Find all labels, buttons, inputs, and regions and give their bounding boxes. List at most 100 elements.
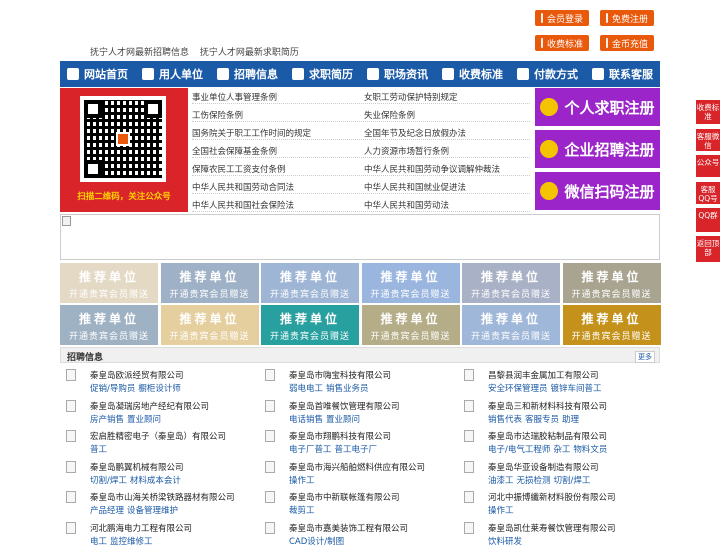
- nav-item-0[interactable]: 网站首页: [60, 61, 135, 87]
- company-link[interactable]: 秦皇岛市海兴船舶燃料供应有限公司: [289, 461, 425, 473]
- company-link[interactable]: 秦皇岛凝瑞房地产经纪有限公司: [90, 400, 209, 412]
- company-link[interactable]: 宏启胜精密电子（秦皇岛）有限公司: [90, 430, 226, 442]
- company-logo[interactable]: [464, 491, 474, 503]
- company-link[interactable]: 秦皇岛华亚设备制造有限公司: [488, 461, 599, 473]
- position-link[interactable]: 油漆工: [488, 476, 514, 486]
- company-logo[interactable]: [66, 521, 76, 534]
- position-link[interactable]: 设备管理维护: [127, 506, 178, 516]
- latest-jobs-link[interactable]: 抚宁人才网最新招聘信息: [90, 48, 189, 58]
- position-link[interactable]: 普工电子厂: [335, 445, 378, 455]
- ad-banner[interactable]: [60, 214, 660, 260]
- company-logo[interactable]: [265, 521, 275, 534]
- position-link[interactable]: 安全环保管理员: [488, 384, 548, 394]
- side-float-button[interactable]: QQ群: [696, 208, 720, 232]
- position-link[interactable]: 促销/导购员: [90, 384, 135, 394]
- recommend-tile[interactable]: 推荐单位 开通贵宾会员赠送: [160, 305, 259, 345]
- position-link[interactable]: 置业顾问: [127, 415, 161, 425]
- company-logo[interactable]: [66, 491, 76, 503]
- recommend-tile[interactable]: 推荐单位 开通贵宾会员赠送: [60, 305, 158, 345]
- recommend-tile[interactable]: 推荐单位 开通贵宾会员赠送: [562, 305, 661, 345]
- recommend-tile[interactable]: 推荐单位 开通贵宾会员赠送: [562, 263, 661, 303]
- company-logo[interactable]: [464, 399, 474, 412]
- member-login-button[interactable]: 会员登录: [535, 10, 589, 26]
- company-link[interactable]: 秦皇岛欧派经贸有限公司: [90, 369, 184, 381]
- company-logo[interactable]: [265, 460, 275, 473]
- side-float-button[interactable]: 公众号: [696, 155, 720, 177]
- recommend-tile[interactable]: 推荐单位 开通贵宾会员赠送: [361, 263, 460, 303]
- more-link[interactable]: 更多: [635, 351, 655, 363]
- company-logo[interactable]: [464, 430, 474, 442]
- position-link[interactable]: 电工: [90, 537, 107, 547]
- position-link[interactable]: 销售业务员: [326, 384, 369, 394]
- position-link[interactable]: 镀锌车间普工: [551, 384, 602, 394]
- position-link[interactable]: 裁剪工: [289, 506, 315, 516]
- company-logo[interactable]: [265, 369, 275, 381]
- position-link[interactable]: 材料成本会计: [130, 476, 181, 486]
- policy-link[interactable]: 全国年节及纪念日放假办法: [364, 127, 466, 139]
- recommend-tile[interactable]: 推荐单位 开通贵宾会员赠送: [361, 305, 460, 345]
- policy-link[interactable]: 工伤保险条例: [192, 109, 243, 121]
- position-link[interactable]: 操作工: [488, 506, 514, 516]
- company-link[interactable]: 秦皇岛市山海关桥梁铁路器材有限公司: [90, 491, 235, 503]
- policy-link[interactable]: 女职工劳动保护特别规定: [364, 91, 458, 103]
- company-link[interactable]: 河北鹏海电力工程有限公司: [90, 522, 192, 534]
- position-link[interactable]: 销售代表: [488, 415, 522, 425]
- nav-item-2[interactable]: 招聘信息: [210, 61, 285, 87]
- nav-item-5[interactable]: 收费标准: [435, 61, 510, 87]
- company-logo[interactable]: [265, 491, 275, 503]
- recommend-tile[interactable]: 推荐单位 开通贵宾会员赠送: [462, 305, 560, 345]
- position-link[interactable]: 电话销售: [289, 415, 323, 425]
- position-link[interactable]: 操作工: [289, 476, 315, 486]
- company-link[interactable]: 秦皇岛市嘉美装饰工程有限公司: [289, 522, 408, 534]
- policy-link[interactable]: 国务院关于职工工作时间的规定: [192, 127, 311, 139]
- company-link[interactable]: 秦皇岛市翔鹏科技有限公司: [289, 430, 391, 442]
- wechat-register-button[interactable]: 微信扫码注册: [535, 172, 660, 210]
- company-logo[interactable]: [66, 460, 76, 473]
- company-link[interactable]: 秦皇岛市中新联帐篷有限公司: [289, 491, 400, 503]
- side-float-button[interactable]: 收费标准: [696, 100, 720, 124]
- position-link[interactable]: 切割/焊工: [90, 476, 127, 486]
- latest-resumes-link[interactable]: 抚宁人才网最新求职简历: [200, 48, 299, 58]
- side-float-button[interactable]: 返回顶部: [696, 236, 720, 262]
- side-float-button[interactable]: 客服微信: [696, 129, 720, 151]
- free-register-button[interactable]: 免费注册: [600, 10, 654, 26]
- company-link[interactable]: 昌黎县润丰金属加工有限公司: [488, 369, 599, 381]
- nav-item-6[interactable]: 付款方式: [510, 61, 585, 87]
- personal-register-button[interactable]: 个人求职注册: [535, 88, 660, 126]
- policy-link[interactable]: 全国社会保障基金条例: [192, 145, 277, 157]
- policy-link[interactable]: 中华人民共和国社会保险法: [192, 199, 294, 211]
- position-link[interactable]: 杂工: [553, 445, 570, 455]
- policy-link[interactable]: 中华人民共和国劳动合同法: [192, 181, 294, 193]
- position-link[interactable]: 普工: [90, 445, 107, 455]
- position-link[interactable]: 无损检测: [517, 476, 551, 486]
- policy-link[interactable]: 中华人民共和国劳动法: [364, 199, 449, 211]
- recommend-tile[interactable]: 推荐单位 开通贵宾会员赠送: [261, 305, 359, 345]
- company-link[interactable]: 秦皇岛市达瑞胶粘制品有限公司: [488, 430, 607, 442]
- company-link[interactable]: 秦皇岛首唯餐饮管理有限公司: [289, 400, 400, 412]
- nav-item-4[interactable]: 职场资讯: [360, 61, 435, 87]
- position-link[interactable]: 物料文员: [573, 445, 607, 455]
- company-logo[interactable]: [66, 430, 76, 442]
- company-link[interactable]: 秦皇岛凯仕莱寿餐饮管理有限公司: [488, 522, 616, 534]
- nav-item-7[interactable]: 联系客服: [585, 61, 660, 87]
- side-float-button[interactable]: 客服QQ号: [696, 182, 720, 204]
- position-link[interactable]: 电子/电气工程师: [488, 445, 550, 455]
- policy-link[interactable]: 中华人民共和国劳动争议调解仲裁法: [364, 163, 500, 175]
- company-logo[interactable]: [66, 399, 76, 412]
- company-link[interactable]: 秦皇岛鹏翼机械有限公司: [90, 461, 184, 473]
- company-logo[interactable]: [464, 521, 474, 534]
- position-link[interactable]: 饮料研发: [488, 537, 522, 547]
- company-register-button[interactable]: 企业招聘注册: [535, 130, 660, 168]
- position-link[interactable]: 房产销售: [90, 415, 124, 425]
- position-link[interactable]: 切割/焊工: [554, 476, 591, 486]
- policy-link[interactable]: 中华人民共和国就业促进法: [364, 181, 466, 193]
- company-logo[interactable]: [464, 460, 474, 473]
- company-link[interactable]: 秦皇岛三和新材料科技有限公司: [488, 400, 607, 412]
- policy-link[interactable]: 事业单位人事管理条例: [192, 91, 277, 103]
- company-link[interactable]: 秦皇岛市嗨宝科技有限公司: [289, 369, 391, 381]
- nav-item-1[interactable]: 用人单位: [135, 61, 210, 87]
- position-link[interactable]: CAD设计/制图: [289, 537, 344, 547]
- gold-recharge-button[interactable]: 金币充值: [600, 35, 654, 51]
- company-logo[interactable]: [464, 369, 474, 381]
- position-link[interactable]: 置业顾问: [326, 415, 360, 425]
